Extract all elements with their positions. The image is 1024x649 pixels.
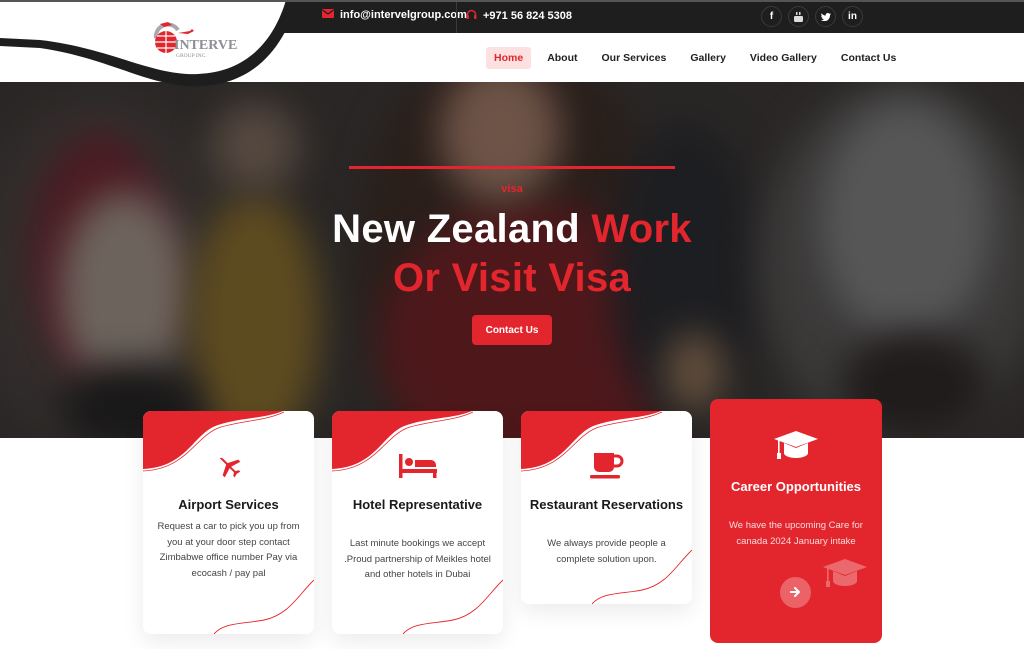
card-description: We always provide people a complete solu…: [547, 538, 666, 565]
contact-us-button[interactable]: Contact Us: [472, 315, 552, 345]
card-title: Career Opportunities: [730, 479, 862, 494]
card-title: Hotel Representative: [352, 497, 483, 512]
envelope-icon: [322, 9, 334, 21]
card-title: Airport Services: [178, 497, 279, 512]
divider: [456, 2, 457, 33]
email-text: info@intervelgroup.com: [340, 9, 467, 21]
hero-divider: [349, 166, 675, 169]
nav-item-contact-us[interactable]: Contact Us: [833, 47, 904, 69]
card-description: Last minute bookings we accept .Proud pa…: [344, 538, 491, 580]
service-card-restaurant[interactable]: Restaurant Reservations We always provid…: [521, 411, 692, 604]
nav-item-home[interactable]: Home: [486, 47, 532, 69]
card-description: Request a car to pick you up from you at…: [157, 521, 300, 579]
arrow-right-icon: [789, 585, 801, 600]
nav-item-gallery[interactable]: Gallery: [682, 47, 734, 69]
card-description: We have the upcoming Care for canada 202…: [729, 520, 863, 547]
card-wave-line: [214, 579, 314, 634]
card-title: Restaurant Reservations: [529, 497, 684, 512]
logo-subtitle: GROUP INC.: [176, 53, 207, 59]
service-card-hotel[interactable]: Hotel Representative Last minute booking…: [332, 411, 503, 634]
service-card-career[interactable]: Career Opportunities We have the upcomin…: [710, 399, 882, 643]
main-nav: Home About Our Services Gallery Video Ga…: [486, 47, 912, 69]
twitter-icon[interactable]: [815, 6, 836, 27]
nav-item-our-services[interactable]: Our Services: [594, 47, 675, 69]
hero-kicker: visa: [501, 183, 523, 195]
graduation-cap-icon: [774, 431, 818, 468]
contact-phone[interactable]: +971 56 824 5308: [466, 9, 572, 23]
page: Home About Our Services Gallery Video Ga…: [0, 0, 1024, 649]
coffee-cup-icon: [521, 451, 692, 481]
phone-text: +971 56 824 5308: [483, 10, 573, 22]
hero-title: New Zealand Work Or Visit Visa: [0, 205, 1024, 303]
hero-title-white: New Zealand: [332, 207, 592, 251]
linkedin-icon[interactable]: in: [842, 6, 863, 27]
nav-item-video-gallery[interactable]: Video Gallery: [742, 47, 825, 69]
bed-icon: [332, 451, 503, 481]
facebook-icon[interactable]: f: [761, 6, 782, 27]
plane-icon: [143, 451, 314, 481]
card-wave-line: [403, 579, 503, 634]
brand-logo[interactable]: INTERVEL GROUP INC.: [148, 20, 247, 62]
headset-icon: [466, 9, 477, 23]
hero-title-red-2: Or Visit Visa: [392, 256, 632, 300]
contact-email[interactable]: info@intervelgroup.com: [322, 9, 467, 21]
youtube-icon[interactable]: [788, 6, 809, 27]
nav-item-about[interactable]: About: [539, 47, 585, 69]
social-links: f in: [761, 6, 863, 27]
service-card-airport[interactable]: Airport Services Request a car to pick y…: [143, 411, 314, 634]
card-arrow-button[interactable]: [780, 577, 811, 608]
hero-title-red-1: Work: [591, 207, 692, 251]
graduation-cap-watermark-icon: [823, 559, 867, 596]
logo-text: INTERVEL: [174, 38, 238, 53]
